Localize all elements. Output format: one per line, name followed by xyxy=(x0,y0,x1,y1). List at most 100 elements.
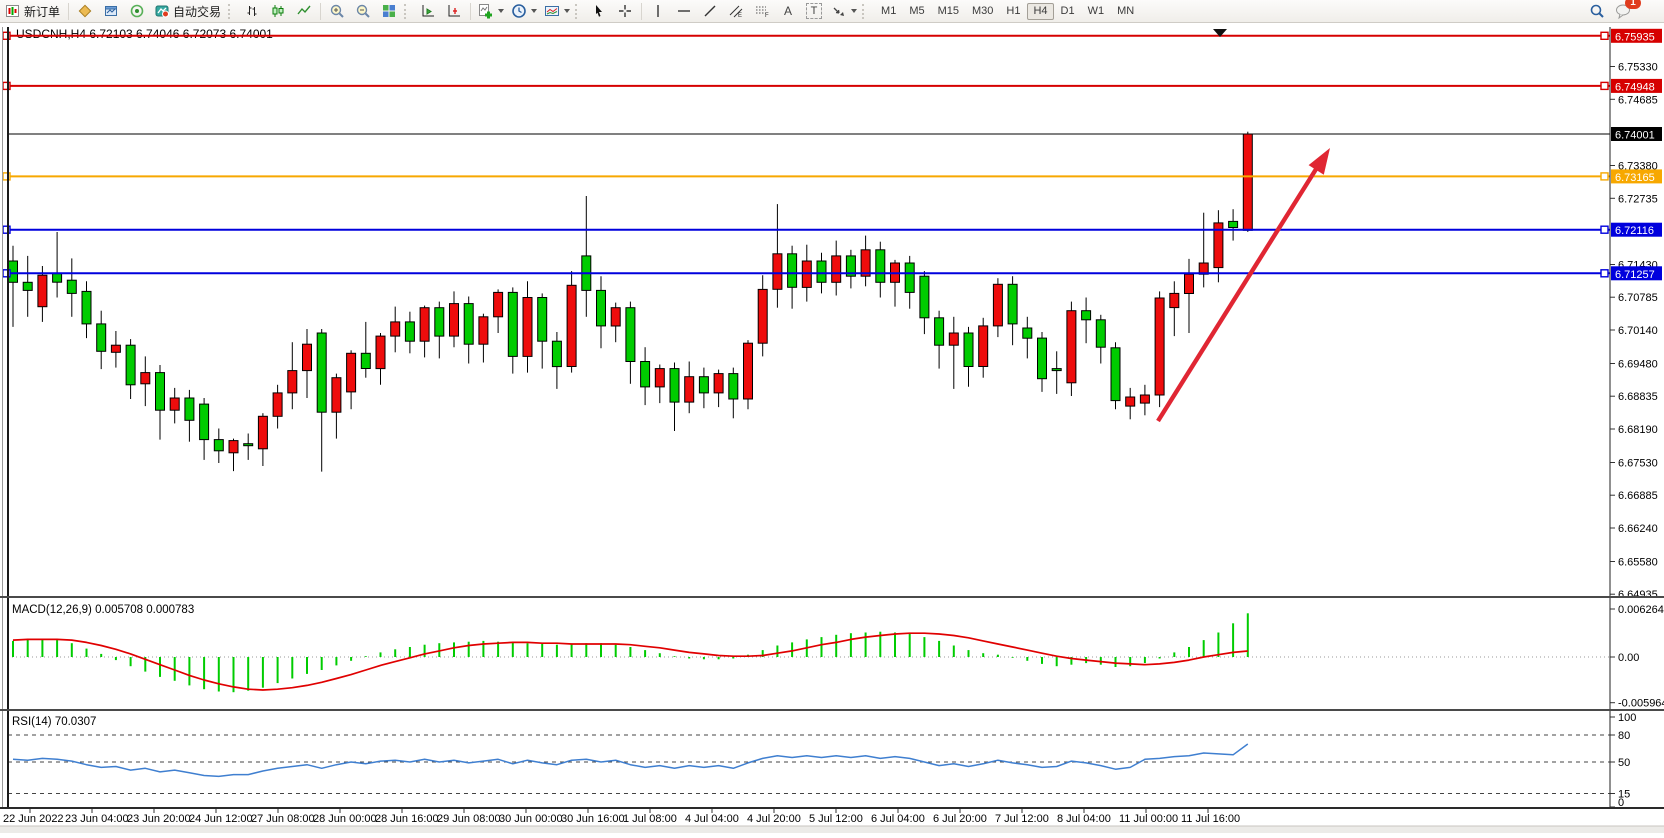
timeframe-button-H1[interactable]: H1 xyxy=(1000,3,1026,20)
bar-chart-button[interactable] xyxy=(239,0,265,22)
rsi-label: RSI(14) 70.0307 xyxy=(12,716,96,728)
auto-trading-icon xyxy=(153,3,170,20)
crosshair-icon xyxy=(617,3,634,20)
candle-body xyxy=(82,291,91,324)
timeframe-button-M5[interactable]: M5 xyxy=(903,3,930,20)
time-label: 29 Jun 08:00 xyxy=(437,813,501,825)
price-level-badge-label: 6.73165 xyxy=(1615,172,1655,184)
zoom-in-icon xyxy=(329,3,346,20)
indicators-button[interactable] xyxy=(474,0,507,22)
price-level-badge-label: 6.74001 xyxy=(1615,130,1655,142)
auto-trading-label: 自动交易 xyxy=(173,3,223,20)
candle-body xyxy=(626,308,635,362)
templates-icon xyxy=(543,3,560,20)
timeframe-button-D1[interactable]: D1 xyxy=(1055,3,1081,20)
chart-left-border-outer xyxy=(2,27,3,808)
window-footer-strip xyxy=(0,826,1664,833)
toolbar-separator xyxy=(68,3,69,20)
candle-body xyxy=(552,341,561,366)
level-handle-right[interactable] xyxy=(1601,82,1608,89)
crosshair-button[interactable] xyxy=(612,0,638,22)
macd-pane-separator[interactable] xyxy=(0,596,1664,598)
timeframe-button-W1[interactable]: W1 xyxy=(1082,3,1111,20)
auto-trading-button[interactable]: 自动交易 xyxy=(150,0,226,22)
zoom-in-button[interactable] xyxy=(324,0,350,22)
line-chart-button[interactable] xyxy=(291,0,317,22)
candle-body xyxy=(1170,293,1179,307)
data-window-button[interactable] xyxy=(98,0,124,22)
new-order-button[interactable]: 新订单 xyxy=(1,0,65,22)
trendline-button[interactable] xyxy=(697,0,723,22)
toolbar-grip xyxy=(404,4,412,19)
candle-body xyxy=(185,398,194,420)
candle-body xyxy=(170,398,179,410)
equidistant-channel-button[interactable]: E xyxy=(723,0,749,22)
timeframe-button-MN[interactable]: MN xyxy=(1111,3,1140,20)
text-label-button[interactable]: T xyxy=(801,0,827,22)
search-button[interactable] xyxy=(1584,0,1610,22)
tile-windows-button[interactable] xyxy=(376,0,402,22)
timeframe-button-H4[interactable]: H4 xyxy=(1027,3,1053,20)
price-chart-canvas[interactable]: USDCNH,H4 6.72103 6.74046 6.72073 6.7400… xyxy=(0,23,1664,833)
time-label: 6 Jul 20:00 xyxy=(933,813,987,825)
candle-body xyxy=(1067,311,1076,383)
time-label: 4 Jul 04:00 xyxy=(685,813,739,825)
horizontal-line-button[interactable] xyxy=(671,0,697,22)
level-handle-right[interactable] xyxy=(1601,173,1608,180)
notifications-button[interactable]: 1 xyxy=(1610,0,1636,22)
time-label: 7 Jul 12:00 xyxy=(995,813,1049,825)
time-label: 28 Jun 00:00 xyxy=(313,813,377,825)
candle-body xyxy=(156,373,165,411)
time-label: 4 Jul 20:00 xyxy=(747,813,801,825)
candle-body xyxy=(317,333,326,412)
timeframe-button-M15[interactable]: M15 xyxy=(932,3,965,20)
candlestick-button[interactable] xyxy=(265,0,291,22)
candle-body xyxy=(699,377,708,393)
vertical-line-icon xyxy=(650,3,667,20)
level-handle-right[interactable] xyxy=(1601,270,1608,277)
periods-button[interactable] xyxy=(507,0,540,22)
candle-body xyxy=(758,289,767,343)
candle-body xyxy=(1229,221,1238,227)
vertical-line-button[interactable] xyxy=(645,0,671,22)
templates-button[interactable] xyxy=(540,0,573,22)
candle-body xyxy=(1126,397,1135,406)
text-icon: A xyxy=(780,3,797,20)
market-watch-button[interactable] xyxy=(72,0,98,22)
timeframe-button-M30[interactable]: M30 xyxy=(966,3,999,20)
candle-body xyxy=(523,298,532,357)
candle-body xyxy=(905,263,914,292)
chevron-down-icon xyxy=(851,9,857,13)
cursor-button[interactable] xyxy=(586,0,612,22)
candle-body xyxy=(773,254,782,289)
candle-body xyxy=(655,369,664,387)
level-handle-right[interactable] xyxy=(1601,226,1608,233)
macd-histogram xyxy=(13,613,1248,692)
signals-button[interactable] xyxy=(124,0,150,22)
chart-shift-button[interactable] xyxy=(441,0,467,22)
text-button[interactable]: A xyxy=(775,0,801,22)
candle-body xyxy=(685,377,694,402)
auto-scroll-button[interactable] xyxy=(415,0,441,22)
candle-body xyxy=(214,440,223,451)
timeframe-buttons: M1M5M15M30H1H4D1W1MN xyxy=(875,3,1140,20)
candle-body xyxy=(1052,369,1061,371)
svg-text:E: E xyxy=(738,13,742,19)
price-tick-label: 6.68190 xyxy=(1618,424,1658,436)
toolbar-grip xyxy=(862,4,870,19)
candle-body xyxy=(229,441,238,453)
level-handle-right[interactable] xyxy=(1601,32,1608,39)
fibonacci-button[interactable]: F xyxy=(749,0,775,22)
rsi-pane-separator[interactable] xyxy=(0,709,1664,711)
rsi-line xyxy=(13,744,1248,776)
arrows-button[interactable] xyxy=(827,0,860,22)
timeframe-button-M1[interactable]: M1 xyxy=(875,3,902,20)
candle-body xyxy=(641,362,650,387)
clock-icon xyxy=(510,3,527,20)
candle-body xyxy=(273,393,282,416)
zoom-out-button[interactable] xyxy=(350,0,376,22)
candle-body xyxy=(744,343,753,399)
fibonacci-icon: F xyxy=(754,3,771,20)
data-window-icon xyxy=(103,3,120,20)
price-level-badge-label: 6.72116 xyxy=(1615,225,1654,237)
